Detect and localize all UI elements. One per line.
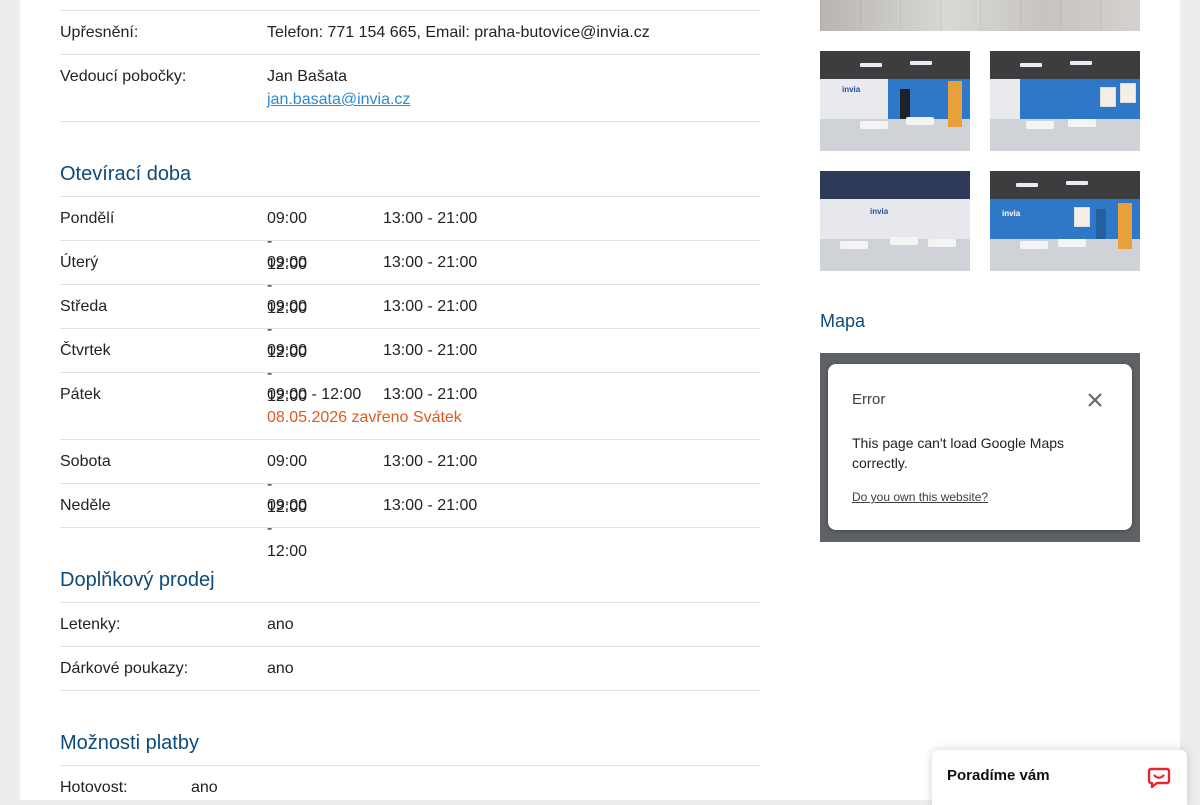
photo-ceiling (990, 171, 1140, 199)
extra-sales-row-vouchers: Dárkové poukazy: ano (60, 647, 760, 691)
photo-poster (1120, 83, 1136, 103)
photo-desk (860, 121, 888, 129)
invia-logo-sign: invia (1002, 209, 1021, 218)
day-label: Středa (60, 298, 108, 315)
hours-row-wednesday: Středa 09:00 - 12:00 13:00 - 21:00 (60, 285, 760, 361)
close-icon[interactable] (1083, 388, 1107, 412)
chat-bubble-icon (1147, 767, 1171, 789)
extra-sales-value: ano (267, 660, 294, 677)
map-error-dialog: Error This page can't load Google Maps c… (828, 364, 1132, 530)
day-label: Sobota (60, 453, 111, 470)
afternoon-hours: 13:00 - 21:00 (383, 453, 478, 470)
photo-door (900, 89, 910, 119)
afternoon-hours: 13:00 - 21:00 (383, 210, 478, 227)
photo-ceiling (990, 51, 1140, 79)
gallery-main-photo[interactable] (820, 0, 1140, 31)
payment-title: Možnosti platby (60, 732, 199, 754)
afternoon-hours: 13:00 - 21:00 (383, 386, 478, 403)
photo-wall (820, 199, 970, 239)
hours-row-thursday: Čtvrtek 09:00 - 12:00 13:00 - 21:00 (60, 329, 760, 405)
photo-desk (1068, 119, 1096, 127)
afternoon-hours: 13:00 - 21:00 (383, 342, 478, 359)
photo-light (1020, 63, 1042, 67)
holiday-note: 08.05.2026 zavřeno Svátek (267, 409, 462, 426)
payment-label: Hotovost: (60, 779, 128, 796)
gallery-thumbnail[interactable]: invia (820, 171, 970, 271)
photo-desk (890, 237, 918, 245)
photo-poster (1074, 207, 1090, 227)
opening-hours-title: Otevírací doba (60, 163, 192, 185)
chat-widget[interactable]: Poradíme vám (932, 750, 1187, 805)
detail-label: Upřesnění: (60, 24, 139, 41)
hours-row-monday: Pondělí 09:00 - 12:00 13:00 - 21:00 (60, 196, 760, 273)
photo-light (1070, 61, 1092, 65)
photo-rollup-banner (1118, 203, 1132, 249)
invia-logo-sign: invia (870, 207, 889, 216)
photo-desk (928, 239, 956, 247)
manager-email-link[interactable]: jan.basata@invia.cz (267, 91, 410, 108)
page-card: Upřesnění: Telefon: 771 154 665, Email: … (20, 0, 1180, 800)
hours-row-sunday: Neděle 09:00 - 12:00 13:00 - 21:00 (60, 484, 760, 560)
photo-door (1096, 209, 1106, 239)
extra-sales-label: Dárkové poukazy: (60, 660, 189, 677)
gallery-thumbnail[interactable]: invia (990, 171, 1140, 271)
hours-row-saturday: Sobota 09:00 - 12:00 13:00 - 21:00 (60, 440, 760, 516)
photo-ceiling (820, 171, 970, 199)
photo-ceiling (820, 51, 970, 79)
photo-desk (840, 241, 868, 249)
photo-light (1016, 183, 1038, 187)
detail-row: Upřesnění: Telefon: 771 154 665, Email: … (60, 10, 760, 55)
manager-value: Jan Bašata jan.basata@invia.cz (267, 65, 410, 111)
day-label: Úterý (60, 254, 99, 271)
extra-sales-value: ano (267, 616, 294, 633)
hours-row-tuesday: Úterý 09:00 - 12:00 13:00 - 21:00 (60, 241, 760, 317)
payment-row-cash: Hotovost: ano (60, 765, 760, 800)
afternoon-hours: 13:00 - 21:00 (383, 254, 478, 271)
photo-wall (990, 79, 1020, 119)
map-title: Mapa (820, 311, 866, 331)
afternoon-hours: 13:00 - 21:00 (383, 497, 478, 514)
day-label: Neděle (60, 497, 111, 514)
map-error-title: Error (852, 391, 886, 408)
extra-sales-label: Letenky: (60, 616, 121, 633)
manager-label: Vedoucí pobočky: (60, 68, 187, 85)
map-container[interactable]: Error This page can't load Google Maps c… (820, 353, 1140, 542)
invia-logo-sign: invia (842, 85, 861, 94)
photo-desk (906, 117, 934, 125)
gallery-thumbnail[interactable]: invia (820, 51, 970, 151)
morning-hours: 09:00 - 12:00 (267, 386, 362, 403)
payment-value: ano (191, 779, 218, 796)
hours-row-friday: Pátek 09:00 - 12:00 13:00 - 21:00 08.05.20… (60, 373, 760, 440)
manager-row: Vedoucí pobočky: Jan Bašata jan.basata@i… (60, 55, 760, 122)
day-label: Pátek (60, 386, 101, 403)
photo-light (910, 61, 932, 65)
photo-light (1066, 181, 1088, 185)
photo-desk (1020, 241, 1048, 249)
photo-rollup-banner (948, 81, 962, 127)
afternoon-hours: 13:00 - 21:00 (383, 298, 478, 315)
hours-value: 09:00 - 12:00 13:00 - 21:00 08.05.2026 zav… (267, 383, 747, 429)
photo-desk (1058, 239, 1086, 247)
extra-sales-row-flights: Letenky: ano (60, 602, 760, 647)
extra-sales-title: Doplňkový prodej (60, 569, 215, 591)
morning-hours: 09:00 - 12:00 (267, 497, 308, 560)
gallery-thumbnail[interactable] (990, 51, 1140, 151)
detail-value: Telefon: 771 154 665, Email: praha-butov… (267, 24, 650, 41)
map-owner-link[interactable]: Do you own this website? (852, 490, 988, 504)
day-label: Čtvrtek (60, 342, 111, 359)
day-label: Pondělí (60, 210, 115, 227)
photo-tiles (820, 0, 1140, 31)
photo-desk (1026, 121, 1054, 129)
map-error-message: This page can't load Google Maps correct… (852, 435, 1065, 471)
photo-floor (990, 119, 1140, 151)
chat-label: Poradíme vám (947, 767, 1050, 784)
photo-light (860, 63, 882, 67)
manager-name: Jan Bašata (267, 68, 348, 85)
photo-poster (1100, 87, 1116, 107)
